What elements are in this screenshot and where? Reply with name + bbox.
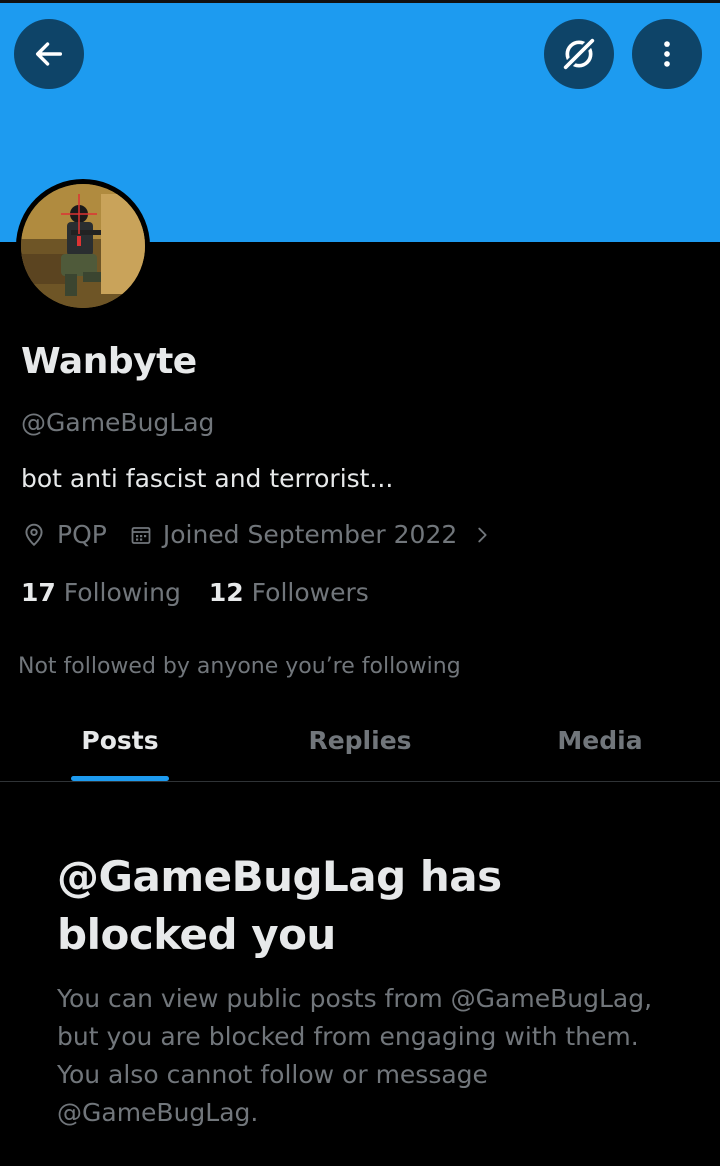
tab-media[interactable]: Media bbox=[480, 704, 720, 781]
more-vertical-icon bbox=[664, 41, 670, 67]
profile-meta: PQP Joined September 2022 bbox=[21, 520, 493, 549]
location-text: PQP bbox=[57, 520, 107, 549]
follow-stats: 17 Following 12 Followers bbox=[21, 578, 369, 607]
calendar-icon bbox=[129, 523, 153, 547]
blocked-title: @GameBugLag has blocked you bbox=[57, 852, 502, 959]
joined-date: Joined September 2022 bbox=[162, 520, 458, 549]
followers-link[interactable]: 12 Followers bbox=[209, 578, 369, 607]
tab-label: Replies bbox=[308, 726, 412, 755]
following-link[interactable]: 17 Following bbox=[21, 578, 181, 607]
location-icon bbox=[21, 522, 47, 548]
tab-label: Posts bbox=[81, 726, 159, 755]
avatar-image bbox=[21, 184, 145, 308]
tab-replies[interactable]: Replies bbox=[240, 704, 480, 781]
tab-posts[interactable]: Posts bbox=[0, 704, 240, 781]
grok-icon bbox=[561, 36, 597, 72]
chevron-right-icon[interactable] bbox=[471, 524, 493, 546]
profile-handle: @GameBugLag bbox=[21, 408, 215, 437]
following-label: Following bbox=[63, 578, 181, 607]
profile-bio: bot anti fascist and terrorist... bbox=[21, 464, 394, 493]
more-options-button[interactable] bbox=[632, 19, 702, 89]
blocked-description: You can view public posts from @GameBugL… bbox=[57, 984, 653, 1127]
profile-tabs: Posts Replies Media bbox=[0, 704, 720, 782]
active-tab-indicator bbox=[71, 776, 169, 781]
not-followed-text: Not followed by anyone you’re following bbox=[18, 654, 461, 679]
avatar[interactable] bbox=[16, 179, 150, 313]
arrow-left-icon bbox=[35, 42, 63, 66]
followers-count: 12 bbox=[208, 578, 244, 607]
display-name: Wanbyte bbox=[21, 341, 197, 382]
grok-button[interactable] bbox=[544, 19, 614, 89]
tab-label: Media bbox=[557, 726, 643, 755]
back-button[interactable] bbox=[14, 19, 84, 89]
followers-label: Followers bbox=[251, 578, 369, 607]
following-count: 17 bbox=[21, 578, 56, 607]
